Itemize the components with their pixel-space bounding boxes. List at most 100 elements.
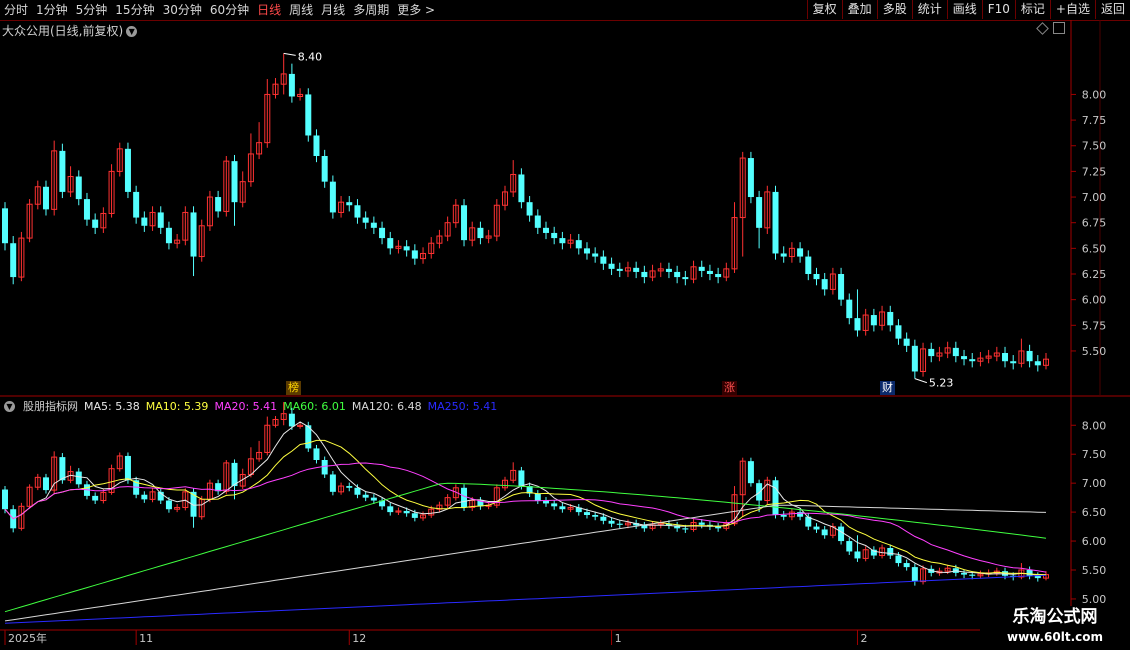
- ind-candle-body-75: [616, 523, 623, 525]
- main-candle-body-126: [1034, 361, 1041, 366]
- main-candle-body-98: [805, 256, 812, 274]
- main-candle-body-63: [518, 174, 525, 203]
- main-candle-body-65: [534, 215, 541, 228]
- ind-candle-body-110: [903, 563, 910, 568]
- main-candle-body-58: [477, 227, 484, 239]
- ind-candle-body-9: [75, 471, 82, 485]
- ind-ytick-label-1: 5.50: [1082, 564, 1107, 577]
- ind-ytick-label-0: 5.00: [1082, 593, 1107, 606]
- main-candle-body-72: [592, 253, 599, 257]
- marker-zhang[interactable]: 涨: [722, 381, 737, 395]
- main-candle-body-100: [821, 279, 828, 290]
- main-candle-body-0: [2, 208, 8, 244]
- main-candle-body-15: [124, 148, 131, 192]
- main-candle-body-50: [411, 250, 418, 259]
- main-candle-body-70: [575, 240, 582, 249]
- main-candle-body-74: [608, 263, 615, 269]
- main-candle-body-85: [698, 266, 705, 271]
- main-candle-body-71: [583, 248, 590, 254]
- main-candle-body-5: [42, 186, 49, 210]
- main-candle-body-38: [313, 135, 320, 156]
- ind-ytick-label-4: 7.00: [1082, 477, 1107, 490]
- xtick-label-0: 2025年: [8, 631, 47, 645]
- ind-candle-body-92: [756, 483, 763, 501]
- ind-candle-body-17: [141, 494, 148, 500]
- kline-chart[interactable]: 5.50 5.75 6.00 6.25 6.50 6.75 7.00 7.25 7.50 7.75…: [0, 0, 1130, 650]
- ind-candle-body-43: [354, 487, 361, 495]
- watermark-line1: 乐淘公式网: [1012, 607, 1098, 627]
- ind-candle-body-117: [961, 572, 968, 575]
- main-candle-body-66: [542, 227, 549, 233]
- ind-candle-body-72: [592, 515, 599, 517]
- ind-candle-body-91: [747, 461, 754, 484]
- main-candle-body-118: [969, 359, 976, 362]
- ind-candle-body-65: [534, 493, 541, 501]
- ind-candle-body-40: [329, 474, 336, 492]
- ind-candle-body-102: [838, 526, 845, 542]
- main-candle-body-108: [887, 311, 894, 326]
- main-ytick-label-0: 5.50: [1082, 345, 1107, 358]
- main-candle-body-123: [1010, 361, 1017, 364]
- ind-candle-body-99: [813, 526, 820, 530]
- ind-candle-body-109: [895, 555, 902, 564]
- main-candle-body-78: [641, 271, 648, 278]
- low-pointer: [914, 378, 928, 384]
- main-candle-body-10: [83, 199, 90, 220]
- main-candle-body-19: [157, 212, 164, 228]
- watermark: 乐淘公式网 www.60lt.com: [980, 606, 1130, 650]
- main-candle-body-125: [1026, 350, 1033, 362]
- main-candle-body-106: [870, 315, 877, 326]
- ind-candle-body-67: [551, 503, 558, 507]
- low-label: 5.23: [929, 377, 954, 390]
- main-candle-body-42: [346, 202, 353, 206]
- ind-candle-body-118: [969, 574, 976, 576]
- main-ytick-label-6: 7.00: [1082, 191, 1107, 204]
- marker-bang[interactable]: 榜: [286, 381, 301, 395]
- main-candle-body-28: [231, 161, 238, 203]
- main-candle-body-86: [706, 270, 713, 274]
- main-candle-body-47: [387, 238, 394, 249]
- main-candle-body-17: [141, 217, 148, 226]
- ind-candle-body-44: [362, 494, 369, 498]
- main-candle-body-67: [551, 232, 558, 239]
- ind-candle-body-108: [887, 548, 894, 556]
- main-candle-body-99: [813, 274, 820, 280]
- main-candle-body-111: [911, 345, 918, 372]
- main-candle-body-9: [75, 176, 82, 200]
- main-ytick-label-10: 8.00: [1082, 88, 1107, 101]
- main-candle-body-91: [747, 158, 754, 198]
- ind-candle-body-38: [313, 448, 320, 460]
- main-candle-body-20: [165, 227, 172, 244]
- main-candle-body-23: [190, 212, 197, 257]
- main-candle-body-92: [756, 197, 763, 228]
- ind-candle-body-20: [165, 500, 172, 510]
- main-ytick-label-8: 7.50: [1082, 140, 1107, 153]
- main-candle-body-68: [559, 238, 566, 244]
- main-candle-body-117: [961, 356, 968, 360]
- main-candle-body-40: [329, 181, 336, 213]
- ind-candle-body-0: [2, 489, 8, 510]
- ind-candle-body-85: [698, 522, 705, 525]
- ind-ytick-label-5: 7.50: [1082, 448, 1107, 461]
- main-candle-body-45: [370, 222, 377, 228]
- ind-candle-body-50: [411, 513, 418, 518]
- xtick-label-2: 12: [352, 632, 366, 645]
- high-pointer: [283, 52, 296, 56]
- main-candle-body-95: [780, 253, 787, 257]
- main-candle-body-44: [362, 217, 369, 223]
- marker-cai[interactable]: 财: [880, 381, 895, 395]
- main-candle-body-1: [10, 243, 17, 278]
- main-candle-body-83: [682, 277, 689, 280]
- ind-candle-body-49: [403, 510, 410, 514]
- main-ytick-label-7: 7.25: [1082, 165, 1107, 178]
- ind-candle-body-11: [92, 495, 99, 501]
- ind-candle-body-83: [682, 528, 689, 530]
- ind-candle-body-95: [780, 515, 787, 517]
- main-ytick-label-3: 6.25: [1082, 268, 1107, 281]
- ind-candle-body-68: [559, 506, 566, 510]
- main-candle-body-94: [772, 191, 779, 254]
- main-ytick-label-5: 6.75: [1082, 217, 1107, 230]
- main-ytick-label-2: 6.00: [1082, 294, 1107, 307]
- main-candle-body-116: [952, 347, 959, 357]
- main-candle-body-37: [305, 94, 312, 136]
